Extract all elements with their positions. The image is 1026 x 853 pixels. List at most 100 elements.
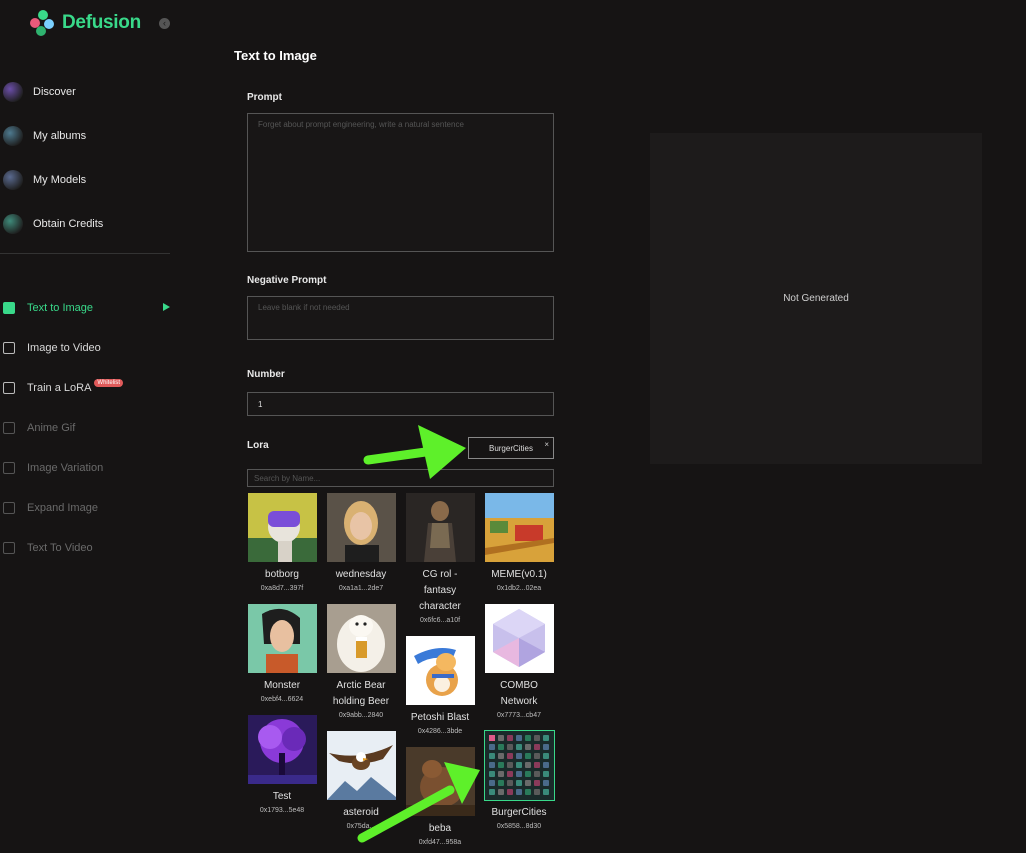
number-input[interactable] xyxy=(247,392,554,416)
selected-lora-name: BurgerCities xyxy=(488,443,533,453)
lora-address: 0xebf4...6624 xyxy=(260,696,304,703)
selected-lora-tag[interactable]: BurgerCities × xyxy=(468,437,554,459)
tool-item-label: Image to Video xyxy=(27,342,101,354)
lora-address: 0x4286...3bde xyxy=(417,728,463,735)
nav-item-label: Obtain Credits xyxy=(33,218,104,230)
lora-card[interactable]: Monster 0xebf4...6624 xyxy=(247,604,317,703)
lora-thumbnail xyxy=(326,493,396,562)
lora-card[interactable]: Petoshi Blast 0x4286...3bde xyxy=(405,636,475,735)
lora-address: 0x6fc6...a10f xyxy=(419,617,461,624)
whitelist-badge: Whitelist xyxy=(94,379,124,387)
lora-card[interactable]: CG rol - fantasy character 0x6fc6...a10f xyxy=(405,493,475,624)
lora-name: COMBO Network xyxy=(500,680,538,707)
nav-avatar-icon xyxy=(3,170,23,190)
lora-thumbnail xyxy=(405,747,475,816)
lora-card[interactable]: Test 0x1793...5e48 xyxy=(247,715,317,814)
nav-item-label: Discover xyxy=(33,86,76,98)
nav-avatar-icon xyxy=(3,214,23,234)
lora-address: 0xfd47...958a xyxy=(418,839,462,846)
tool-item-expand-image[interactable]: Expand Image xyxy=(0,488,178,528)
tool-item-text-to-image[interactable]: Text to Image xyxy=(0,288,178,328)
negative-prompt-label: Negative Prompt xyxy=(247,275,327,286)
lora-thumbnail xyxy=(483,730,555,801)
tool-icon xyxy=(3,422,15,434)
tool-icon xyxy=(3,502,15,514)
lora-address: 0x9abb...2840 xyxy=(338,712,384,719)
nav-item-discover[interactable]: Discover xyxy=(0,70,170,114)
lora-name: BurgerCities xyxy=(491,807,547,818)
lora-card[interactable]: wednesday 0xa1a1...2de7 xyxy=(326,493,396,592)
lora-name: MEME(v0.1) xyxy=(491,569,547,580)
tool-item-train-a-lora[interactable]: Train a LoRA Whitelist xyxy=(0,368,178,408)
lora-name: CG rol - fantasy character xyxy=(419,569,461,612)
lora-address: 0x1793...5e48 xyxy=(259,807,305,814)
lora-name: asteroid xyxy=(343,807,379,818)
lora-card[interactable]: BurgerCities 0x5858...8d30 xyxy=(483,730,555,830)
sidebar-divider xyxy=(0,253,170,254)
lora-thumbnail xyxy=(484,493,554,562)
lora-name: wednesday xyxy=(335,569,387,580)
lora-thumbnail xyxy=(247,715,317,784)
nav-item-my-albums[interactable]: My albums xyxy=(0,114,170,158)
lora-address: 0xa8d7...397f xyxy=(260,585,304,592)
lora-address: 0x75da... xyxy=(346,823,376,830)
lora-address: 0x1db2...02ea xyxy=(496,585,542,592)
tool-icon xyxy=(3,542,15,554)
lora-name: Monster xyxy=(263,680,301,691)
lora-search-input[interactable] xyxy=(247,469,554,487)
active-arrow-icon xyxy=(163,303,170,311)
tool-item-label: Text To Video xyxy=(27,542,93,554)
lora-thumbnail xyxy=(484,604,554,673)
lora-thumbnail xyxy=(326,731,396,800)
lora-card[interactable]: botborg 0xa8d7...397f xyxy=(247,493,317,592)
lora-card[interactable]: COMBO Network 0x7773...cb47 xyxy=(484,604,554,719)
lora-thumbnail xyxy=(247,493,317,562)
preview-panel: Not Generated xyxy=(650,133,982,464)
tool-item-image-to-video[interactable]: Image to Video xyxy=(0,328,178,368)
nav-avatar-icon xyxy=(3,82,23,102)
tool-item-label: Train a LoRA xyxy=(27,382,92,394)
lora-name: Petoshi Blast xyxy=(410,712,470,723)
tool-item-label: Text to Image xyxy=(27,302,94,314)
preview-status: Not Generated xyxy=(783,293,849,304)
lora-card[interactable]: beba 0xfd47...958a xyxy=(405,747,475,846)
tool-item-image-variation[interactable]: Image Variation xyxy=(0,448,178,488)
lora-name: Test xyxy=(272,791,292,802)
tool-item-text-to-video[interactable]: Text To Video xyxy=(0,528,178,568)
tool-item-label: Expand Image xyxy=(27,502,98,514)
tool-icon xyxy=(3,342,15,354)
lora-name: Arctic Bear holding Beer xyxy=(332,680,390,707)
tool-item-label: Image Variation xyxy=(27,462,104,474)
lora-thumbnail xyxy=(405,636,475,705)
negative-prompt-input[interactable] xyxy=(247,296,554,340)
lora-card[interactable]: Arctic Bear holding Beer 0x9abb...2840 xyxy=(326,604,396,719)
collapse-sidebar-icon[interactable]: ‹ xyxy=(159,18,170,29)
number-label: Number xyxy=(247,369,285,380)
brand-logo[interactable]: Defusion xyxy=(30,10,141,36)
lora-card[interactable]: asteroid 0x75da... xyxy=(326,731,396,830)
nav-item-obtain-credits[interactable]: Obtain Credits xyxy=(0,202,170,246)
tools-nav: Text to Image Image to Video Train a LoRA W… xyxy=(0,288,178,568)
lora-address: 0x7773...cb47 xyxy=(497,712,541,719)
nav-item-label: My Models xyxy=(33,174,87,186)
lora-name: beba xyxy=(428,823,452,834)
remove-lora-icon[interactable]: × xyxy=(544,440,549,449)
nav-item-my-models[interactable]: My Models xyxy=(0,158,170,202)
tool-item-anime-gif[interactable]: Anime Gif xyxy=(0,408,178,448)
prompt-input[interactable] xyxy=(247,113,554,252)
nav-item-label: My albums xyxy=(33,130,87,142)
lora-thumbnail xyxy=(405,493,475,562)
tool-icon xyxy=(3,382,15,394)
logo-icon xyxy=(30,10,56,36)
lora-address: 0x5858...8d30 xyxy=(496,823,542,830)
lora-address: 0xa1a1...2de7 xyxy=(338,585,384,592)
brand-name: Defusion xyxy=(62,12,141,33)
tool-item-label: Anime Gif xyxy=(27,422,76,434)
lora-card[interactable]: MEME(v0.1) 0x1db2...02ea xyxy=(484,493,554,592)
lora-thumbnail xyxy=(326,604,396,673)
nav-avatar-icon xyxy=(3,126,23,146)
main-nav: Discover My albums My Models Obtain Credits xyxy=(0,70,170,246)
lora-name: botborg xyxy=(265,569,299,580)
page-title: Text to Image xyxy=(234,48,317,63)
tool-icon xyxy=(3,302,15,314)
